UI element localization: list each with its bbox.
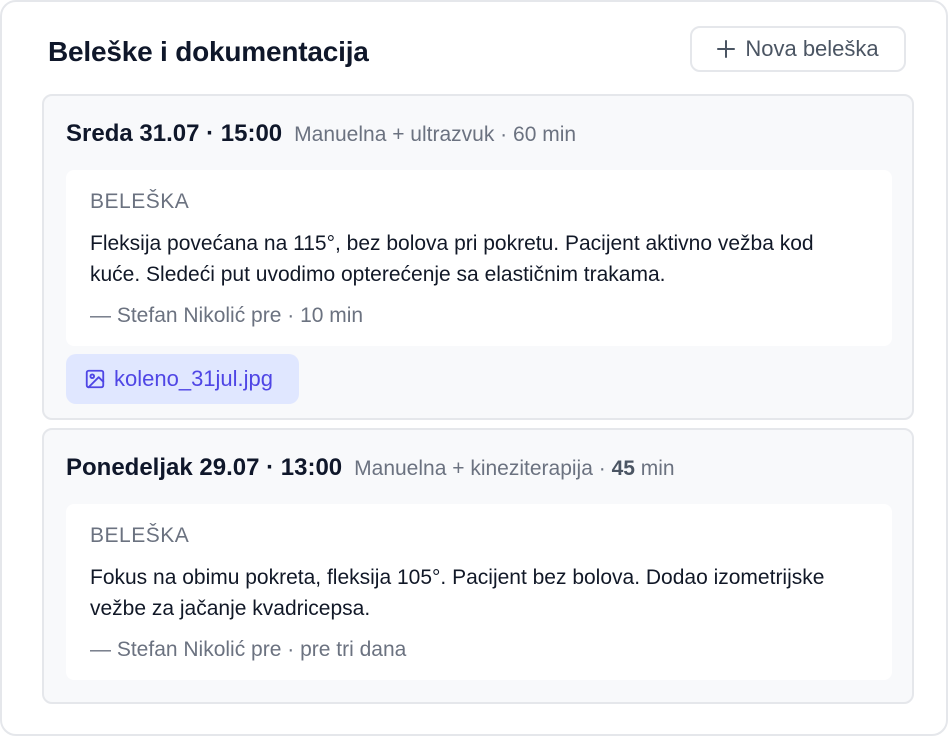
page-title: Beleške i dokumentacija bbox=[48, 36, 369, 67]
duration-unit: min bbox=[536, 123, 577, 146]
note-author: — Stefan Nikolić pre · 10 min bbox=[90, 304, 364, 327]
plus-icon bbox=[717, 40, 736, 58]
meta-separator: · bbox=[592, 457, 612, 480]
session-card: Sreda 31.07 · 15:00 Manuelna + ultrazvuk … bbox=[42, 94, 914, 420]
session-type: Manuelna + ultrazvuk bbox=[294, 123, 495, 146]
meta-separator: · bbox=[494, 123, 514, 146]
image-icon bbox=[85, 369, 105, 389]
session-card: Ponedeljak 29.07 · 13:00 Manuelna + kinez… bbox=[42, 428, 914, 704]
notes-header: Beleške i dokumentacija Nova beleška bbox=[48, 26, 906, 76]
note-label: BELEŠKA bbox=[90, 190, 190, 213]
session-meta: Manuelna + kineziterapija · 45 min bbox=[354, 457, 674, 480]
session-type: Manuelna + kineziterapija bbox=[354, 457, 593, 480]
duration-unit: min bbox=[634, 457, 675, 480]
note-author: — Stefan Nikolić pre · pre tri dana bbox=[90, 638, 407, 661]
attachment-chip[interactable]: koleno_31jul.jpg bbox=[66, 354, 300, 404]
session-duration: 60 bbox=[513, 123, 537, 146]
notes-card: Beleške i dokumentacija Nova beleška Sre… bbox=[0, 0, 948, 736]
note-label: BELEŠKA bbox=[90, 524, 190, 547]
session-header: Ponedeljak 29.07 · 13:00 Manuelna + kinez… bbox=[66, 454, 675, 482]
new-note-button[interactable]: Nova beleška bbox=[690, 26, 906, 72]
attachment-filename: koleno_31jul.jpg bbox=[114, 366, 274, 391]
session-date: Ponedeljak 29.07 · 13:00 bbox=[66, 454, 343, 481]
new-note-label: Nova beleška bbox=[745, 36, 879, 61]
note-text: Fokus na obimu pokreta, fleksija 105°. P… bbox=[90, 566, 825, 620]
session-date: Sreda 31.07 · 15:00 bbox=[66, 120, 283, 147]
note-box: BELEŠKA Fleksija povećana na 115°, bez b… bbox=[66, 170, 892, 346]
session-duration: 45 bbox=[611, 457, 635, 480]
session-header: Sreda 31.07 · 15:00 Manuelna + ultrazvuk … bbox=[66, 120, 576, 148]
note-box: BELEŠKA Fokus na obimu pokreta, fleksija… bbox=[66, 504, 892, 680]
note-text: Fleksija povećana na 115°, bez bolova pr… bbox=[90, 232, 814, 286]
session-meta: Manuelna + ultrazvuk · 60 min bbox=[294, 123, 576, 146]
